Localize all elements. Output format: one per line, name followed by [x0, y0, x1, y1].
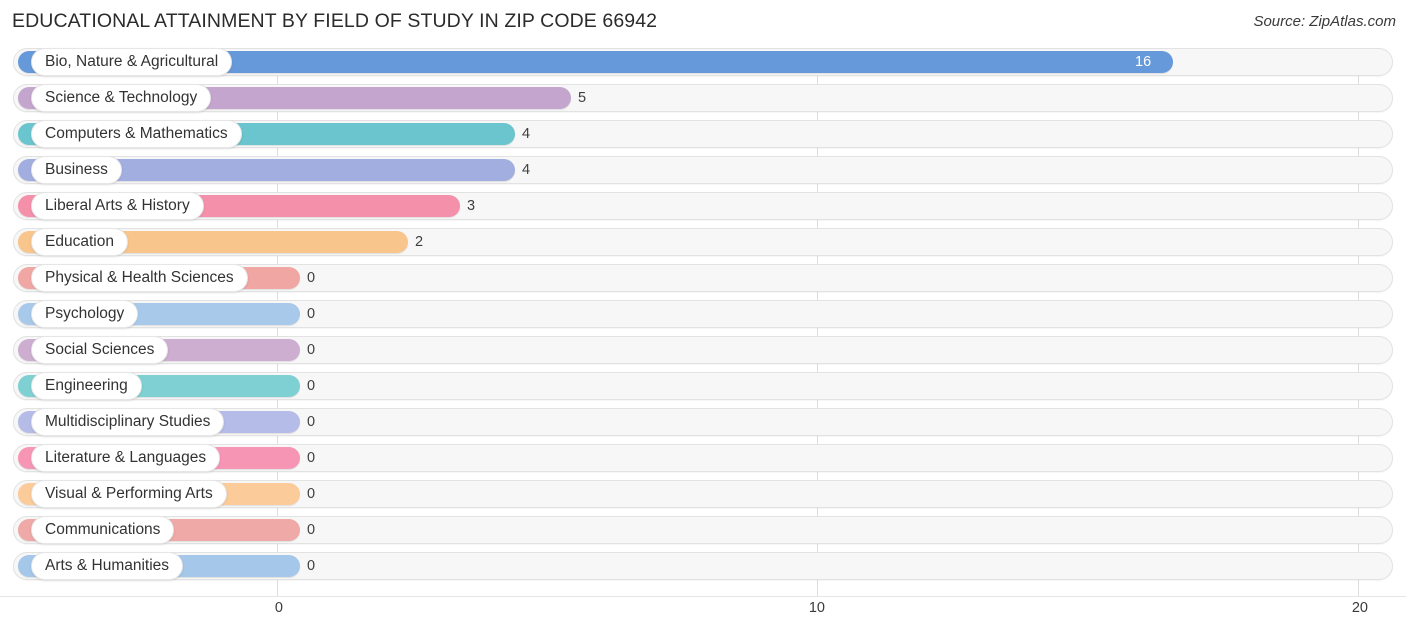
- category-label-pill: Science & Technology: [31, 84, 212, 112]
- category-label: Arts & Humanities: [45, 557, 170, 575]
- category-label: Literature & Languages: [45, 449, 207, 467]
- category-label-pill: Psychology: [31, 300, 139, 328]
- bar-value-label: 0: [307, 558, 316, 574]
- bar-value-label: 0: [307, 270, 316, 286]
- category-label: Psychology: [45, 305, 125, 323]
- category-label: Education: [45, 233, 114, 251]
- category-label: Bio, Nature & Agricultural: [45, 53, 219, 71]
- category-label: Physical & Health Sciences: [45, 269, 234, 287]
- x-axis: 0 10 20: [0, 596, 1406, 632]
- bar-row[interactable]: Multidisciplinary Studies 0: [0, 404, 1406, 440]
- category-label-pill: Business: [31, 156, 122, 184]
- category-label-pill: Visual & Performing Arts: [31, 480, 227, 508]
- bar-value-label: 0: [307, 414, 316, 430]
- bar-row[interactable]: Psychology 0: [0, 296, 1406, 332]
- chart-container: EDUCATIONAL ATTAINMENT BY FIELD OF STUDY…: [0, 0, 1406, 632]
- source-attribution: Source: ZipAtlas.com: [1253, 13, 1396, 30]
- bar-value-label: 0: [307, 522, 316, 538]
- page-title: EDUCATIONAL ATTAINMENT BY FIELD OF STUDY…: [12, 10, 658, 32]
- bar-value-label: 0: [307, 450, 316, 466]
- category-label-pill: Communications: [31, 516, 175, 544]
- bar-value-label: 4: [522, 162, 531, 178]
- x-tick-label: 10: [808, 600, 825, 616]
- bar-value-label: 5: [578, 90, 587, 106]
- category-label: Engineering: [45, 377, 128, 395]
- bar-row[interactable]: Literature & Languages 0: [0, 440, 1406, 476]
- bar-value-label: 0: [307, 342, 316, 358]
- category-label: Social Sciences: [45, 341, 155, 359]
- category-label: Liberal Arts & History: [45, 197, 190, 215]
- bar-row[interactable]: Liberal Arts & History 3: [0, 188, 1406, 224]
- plot-area: Bio, Nature & Agricultural 16 Science & Te…: [0, 44, 1406, 596]
- bar-row[interactable]: Arts & Humanities 0: [0, 548, 1406, 584]
- chart-header: EDUCATIONAL ATTAINMENT BY FIELD OF STUDY…: [0, 0, 1406, 44]
- category-label-pill: Physical & Health Sciences: [31, 264, 248, 292]
- category-label-pill: Literature & Languages: [31, 444, 221, 472]
- category-label: Science & Technology: [45, 89, 198, 107]
- bar-row[interactable]: Computers & Mathematics 4: [0, 116, 1406, 152]
- category-label: Computers & Mathematics: [45, 125, 228, 143]
- bar-value-label: 2: [415, 234, 424, 250]
- bar-row[interactable]: Science & Technology 5: [0, 80, 1406, 116]
- bar-row[interactable]: Business 4: [0, 152, 1406, 188]
- x-tick-label: 20: [1351, 600, 1368, 616]
- x-axis-line: [0, 596, 1406, 597]
- category-label: Communications: [45, 521, 161, 539]
- x-tick-label: 0: [274, 600, 283, 616]
- bar-row[interactable]: Education 2: [0, 224, 1406, 260]
- category-label-pill: Arts & Humanities: [31, 552, 184, 580]
- category-label: Business: [45, 161, 108, 179]
- bar-value-label: 3: [467, 198, 476, 214]
- bar-value-label: 16: [1135, 54, 1152, 70]
- bar-row[interactable]: Engineering 0: [0, 368, 1406, 404]
- bar-value-label: 0: [307, 306, 316, 322]
- bar-row[interactable]: Physical & Health Sciences 0: [0, 260, 1406, 296]
- category-label-pill: Liberal Arts & History: [31, 192, 204, 220]
- category-label-pill: Bio, Nature & Agricultural: [31, 48, 233, 76]
- bar-row[interactable]: Bio, Nature & Agricultural 16: [0, 44, 1406, 80]
- bar-value-label: 4: [522, 126, 531, 142]
- bar-value-label: 0: [307, 486, 316, 502]
- bar-row[interactable]: Visual & Performing Arts 0: [0, 476, 1406, 512]
- bar-row[interactable]: Social Sciences 0: [0, 332, 1406, 368]
- category-label-pill: Education: [31, 228, 128, 256]
- category-label-pill: Multidisciplinary Studies: [31, 408, 225, 436]
- bar-rows: Bio, Nature & Agricultural 16 Science & Te…: [0, 44, 1406, 584]
- category-label-pill: Engineering: [31, 372, 142, 400]
- category-label: Multidisciplinary Studies: [45, 413, 211, 431]
- category-label: Visual & Performing Arts: [45, 485, 213, 503]
- category-label-pill: Social Sciences: [31, 336, 169, 364]
- category-label-pill: Computers & Mathematics: [31, 120, 242, 148]
- bar-value-label: 0: [307, 378, 316, 394]
- bar-row[interactable]: Communications 0: [0, 512, 1406, 548]
